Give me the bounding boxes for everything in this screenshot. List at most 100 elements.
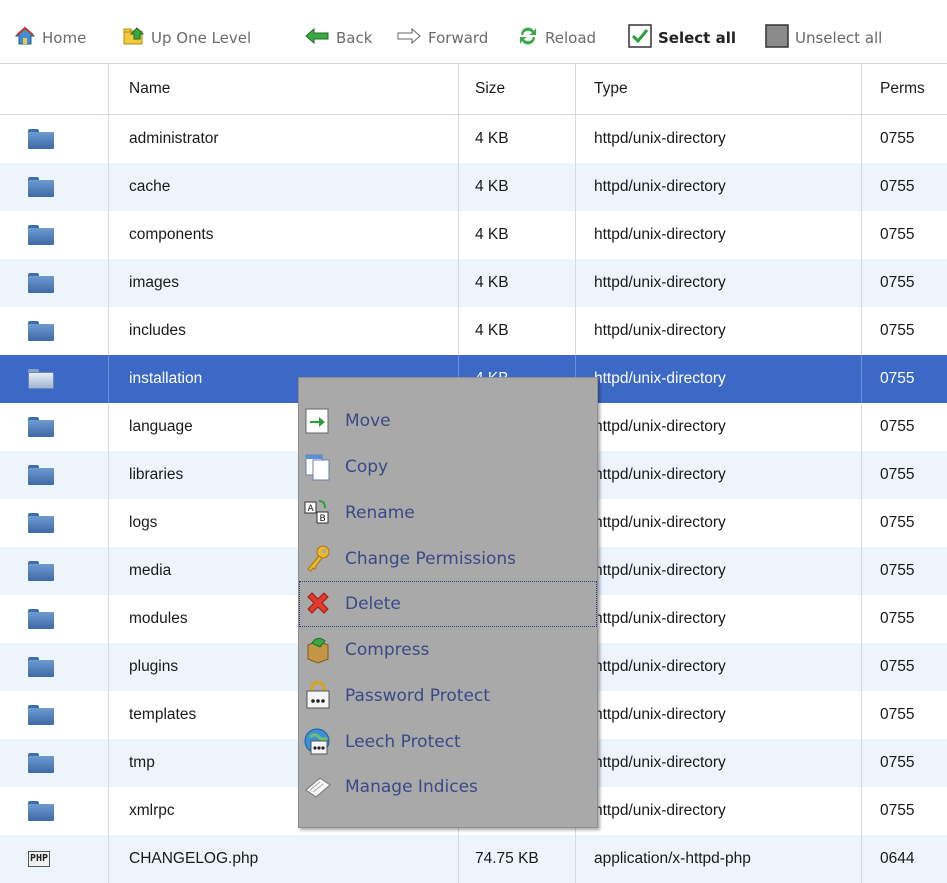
header-name[interactable]: Name [109,64,459,114]
unselect-all-label: Unselect all [795,29,883,47]
row-perms: 0644 [880,850,915,867]
row-name[interactable]: administrator [109,115,459,163]
checkbox-empty-icon [765,24,789,52]
table-row[interactable]: cache 4 KB httpd/unix-directory 0755 [0,163,947,211]
row-name[interactable]: CHANGELOG.php [109,835,459,883]
folder-icon [28,753,54,773]
reload-icon [517,25,539,51]
table-row[interactable]: PHP CHANGELOG.php 74.75 KB application/x-ht… [0,835,947,883]
row-type: httpd/unix-directory [576,451,862,499]
select-all-button[interactable]: Select all [628,23,736,53]
row-type: httpd/unix-directory [576,499,862,547]
row-icon-cell [0,451,109,499]
row-perms: 0755 [880,610,915,627]
menu-item-label: Change Permissions [345,549,517,569]
home-button[interactable]: Home [14,23,86,53]
folder-icon [28,321,54,341]
table-row[interactable]: includes 4 KB httpd/unix-directory 0755 [0,307,947,355]
menu-item-move[interactable]: Move [299,398,597,444]
folder-icon [28,465,54,485]
menu-item-compress[interactable]: Compress [299,627,597,673]
table-row[interactable]: images 4 KB httpd/unix-directory 0755 [0,259,947,307]
menu-item-delete[interactable]: Delete [299,581,597,627]
table-row[interactable]: components 4 KB httpd/unix-directory 0755 [0,211,947,259]
svg-text:A: A [308,504,315,514]
header-size[interactable]: Size [459,64,576,114]
menu-item-password-protect[interactable]: Password Protect [299,673,597,719]
folder-icon [28,417,54,437]
folder-icon [28,705,54,725]
row-perms: 0755 [880,658,915,675]
back-button[interactable]: Back [304,23,372,53]
row-icon-cell [0,547,109,595]
context-menu: Move Copy A B Rename Change Permissions Delete… [298,377,598,828]
row-type: httpd/unix-directory [576,211,862,259]
row-name[interactable]: images [109,259,459,307]
row-type: httpd/unix-directory [576,787,862,835]
back-label: Back [336,29,373,47]
manage-indices-icon [303,772,333,802]
row-perms: 0755 [880,706,915,723]
folder-icon [28,561,54,581]
row-perms: 0755 [880,466,915,483]
password-protect-icon [303,680,333,711]
table-row[interactable]: administrator 4 KB httpd/unix-directory 075… [0,115,947,163]
row-perms: 0755 [880,178,915,195]
row-perms: 0755 [880,370,915,387]
delete-icon [303,589,333,619]
row-type: httpd/unix-directory [576,547,862,595]
menu-item-label: Manage Indices [345,777,478,797]
row-name[interactable]: cache [109,163,459,211]
row-type: httpd/unix-directory [576,355,862,403]
row-type: httpd/unix-directory [576,403,862,451]
move-icon [303,406,333,436]
row-type: httpd/unix-directory [576,307,862,355]
rename-icon: AB [303,498,333,528]
row-type: httpd/unix-directory [576,643,862,691]
row-icon-cell [0,211,109,259]
forward-label: Forward [428,29,489,47]
row-perms: 0755 [880,754,915,771]
menu-item-copy[interactable]: Copy [299,444,597,490]
row-icon-cell [0,259,109,307]
header-type[interactable]: Type [576,64,862,114]
home-label: Home [42,29,87,47]
row-type: httpd/unix-directory [576,259,862,307]
folder-icon [28,513,54,533]
row-perms: 0755 [880,130,915,147]
php-file-icon: PHP [28,851,51,867]
row-icon-cell [0,403,109,451]
row-name[interactable]: components [109,211,459,259]
menu-item-change-permissions[interactable]: Change Permissions [299,536,597,582]
row-perms: 0755 [880,514,915,531]
table-header: Name Size Type Perms [0,64,947,115]
back-arrow-icon [304,27,330,49]
row-perms: 0755 [880,802,915,819]
folder-icon [28,273,54,293]
menu-item-label: Leech Protect [345,732,461,752]
unselect-all-button[interactable]: Unselect all [765,23,882,53]
home-icon [14,26,36,50]
header-perms[interactable]: Perms [862,64,947,114]
menu-item-label: Password Protect [345,686,490,706]
reload-button[interactable]: Reload [517,23,596,53]
svg-text:B: B [320,514,326,524]
menu-item-manage-indices[interactable]: Manage Indices [299,764,597,810]
forward-arrow-icon [396,27,422,49]
row-icon-cell [0,739,109,787]
menu-item-leech-protect[interactable]: Leech Protect [299,719,597,765]
leech-protect-icon [303,727,333,757]
menu-item-label: Rename [345,503,415,523]
row-name[interactable]: includes [109,307,459,355]
menu-item-rename[interactable]: A B Rename [299,490,597,536]
row-type: httpd/unix-directory [576,163,862,211]
row-perms: 0755 [880,322,915,339]
menu-item-label: Compress [345,640,430,660]
up-folder-icon [123,26,145,50]
row-size: 4 KB [459,163,576,211]
open-folder-icon [28,369,54,389]
up-one-level-button[interactable]: Up One Level [123,23,251,53]
folder-icon [28,801,54,821]
copy-icon [303,452,333,482]
forward-button[interactable]: Forward [396,23,488,53]
